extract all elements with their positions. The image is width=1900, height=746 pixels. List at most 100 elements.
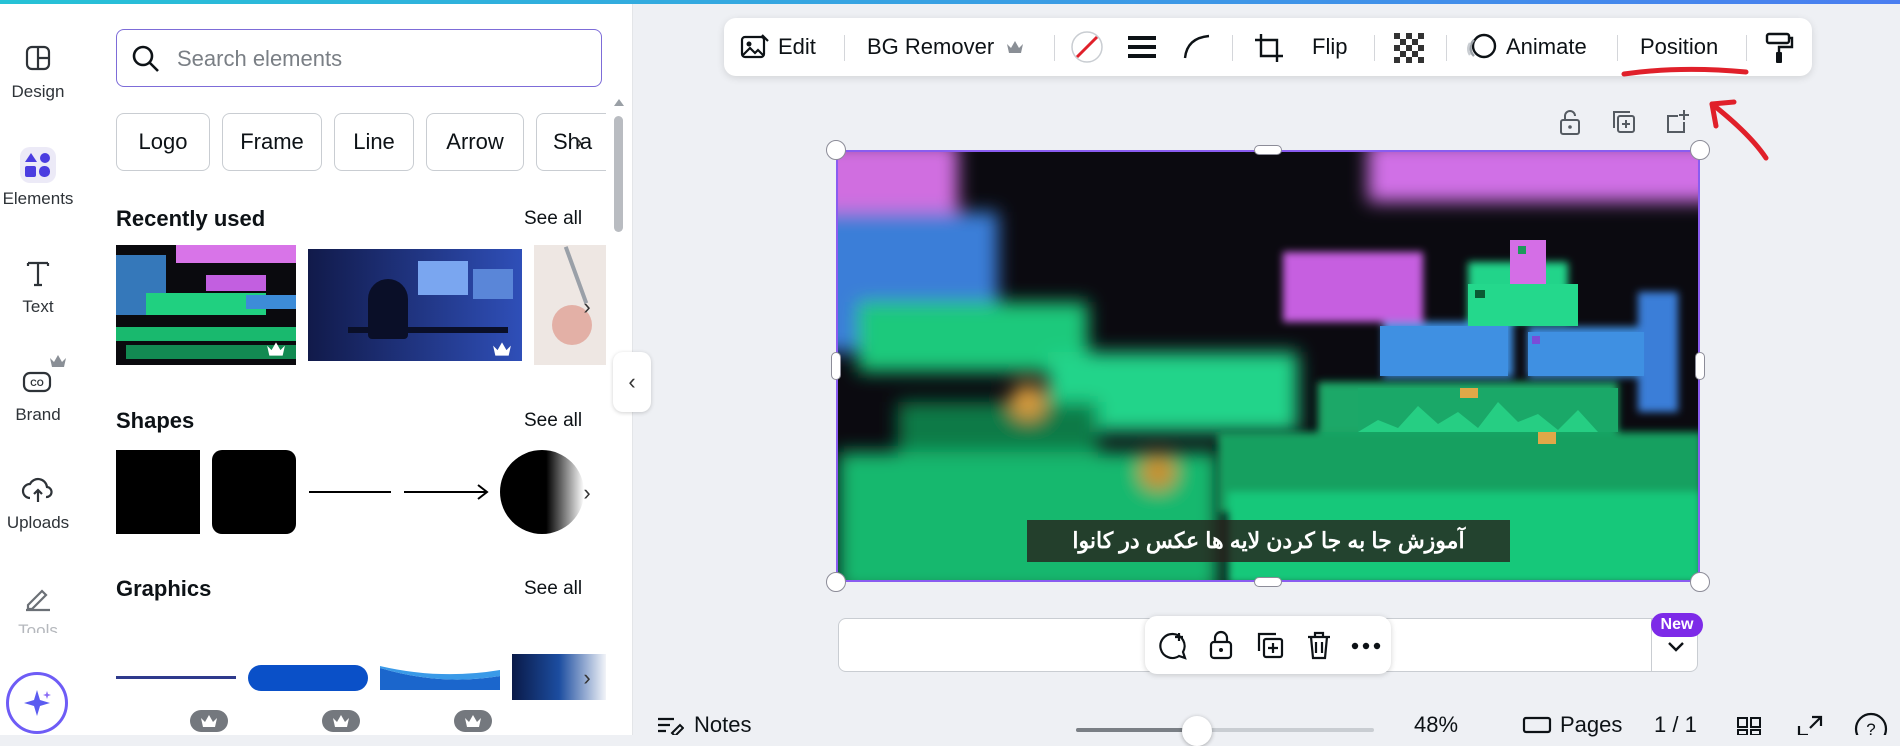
rail-label-tools: Tools bbox=[18, 621, 58, 633]
graphic-line[interactable] bbox=[116, 676, 236, 679]
flip-button[interactable]: Flip bbox=[1312, 18, 1347, 76]
svg-text:?: ? bbox=[1866, 720, 1875, 735]
upload-cloud-icon bbox=[21, 477, 53, 502]
shapes-title: Shapes bbox=[116, 408, 195, 433]
shapes-next-arrow[interactable]: › bbox=[574, 480, 600, 506]
search-input[interactable] bbox=[175, 42, 579, 76]
edit-button[interactable]: Edit bbox=[778, 18, 816, 76]
grid-view-icon[interactable] bbox=[1736, 716, 1762, 735]
collapse-panel-button[interactable]: ‹ bbox=[613, 352, 651, 412]
panel-scrollbar-thumb[interactable] bbox=[614, 116, 623, 232]
side-rail: Design Elements Text CO Brand Uploads To… bbox=[0, 4, 76, 735]
zoom-level[interactable]: 48% bbox=[1414, 712, 1458, 738]
pages-button[interactable]: Pages bbox=[1560, 712, 1622, 738]
crown-icon bbox=[1007, 41, 1023, 53]
scroll-up-arrow-icon[interactable] bbox=[613, 97, 625, 107]
more-options-icon[interactable] bbox=[1351, 642, 1381, 650]
fullscreen-icon[interactable] bbox=[1796, 714, 1824, 735]
shapes-see-all[interactable]: See all bbox=[524, 410, 582, 432]
shape-square[interactable] bbox=[116, 450, 200, 534]
crown-icon bbox=[50, 355, 66, 367]
shape-rounded-square[interactable] bbox=[212, 450, 296, 534]
recent-next-arrow[interactable]: › bbox=[574, 294, 600, 320]
animate-button[interactable]: Animate bbox=[1506, 18, 1587, 76]
caption-text[interactable]: آموزش جا به جا کردن لایه ها عکس در کانوا bbox=[1027, 520, 1510, 562]
transparency-icon[interactable] bbox=[1394, 33, 1424, 63]
graphic-pill[interactable] bbox=[248, 665, 368, 691]
zoom-slider-track[interactable] bbox=[1076, 728, 1374, 732]
shape-line[interactable] bbox=[309, 491, 391, 493]
premium-crown-icon bbox=[493, 342, 511, 356]
recently-used-see-all[interactable]: See all bbox=[524, 208, 582, 230]
chip-frame[interactable]: Frame bbox=[222, 113, 322, 171]
design-image[interactable] bbox=[836, 150, 1700, 582]
bg-remover-button[interactable]: BG Remover bbox=[867, 18, 994, 76]
chip-logo[interactable]: Logo bbox=[116, 113, 210, 171]
design-icon bbox=[25, 45, 51, 71]
chip-line[interactable]: Line bbox=[334, 113, 414, 171]
rail-label-elements: Elements bbox=[2, 189, 74, 208]
trash-icon[interactable] bbox=[1305, 630, 1333, 660]
page-count: 1 / 1 bbox=[1654, 712, 1697, 737]
toolbar-divider bbox=[1617, 35, 1618, 61]
resize-handle-bottom-right[interactable] bbox=[1690, 572, 1710, 592]
resize-handle-bottom[interactable] bbox=[1254, 577, 1282, 587]
shape-arrow[interactable] bbox=[404, 482, 490, 502]
duplicate-icon[interactable] bbox=[1255, 630, 1285, 660]
premium-crown-icon bbox=[465, 715, 481, 727]
recently-used-title: Recently used bbox=[116, 206, 266, 231]
duplicate-icon[interactable] bbox=[1610, 108, 1638, 136]
premium-badge bbox=[190, 710, 228, 732]
chevron-down-icon[interactable] bbox=[1667, 641, 1685, 653]
search-icon bbox=[132, 45, 159, 72]
corner-rounding-icon[interactable] bbox=[1183, 34, 1211, 60]
border-style-icon[interactable] bbox=[1128, 34, 1156, 60]
graphics-see-all[interactable]: See all bbox=[524, 578, 582, 600]
rail-label-brand: Brand bbox=[15, 405, 61, 424]
notes-button[interactable]: Notes bbox=[694, 712, 751, 738]
graphics-title: Graphics bbox=[116, 576, 212, 601]
help-icon[interactable]: ? bbox=[1854, 712, 1888, 735]
magic-button[interactable] bbox=[6, 672, 68, 734]
crop-icon[interactable] bbox=[1254, 33, 1284, 63]
search-box[interactable] bbox=[116, 29, 602, 87]
animate-icon bbox=[1467, 33, 1497, 59]
premium-crown-icon bbox=[333, 715, 349, 727]
resize-handle-top-right[interactable] bbox=[1690, 140, 1710, 160]
toolbar-divider bbox=[844, 35, 845, 61]
new-badge: New bbox=[1651, 613, 1703, 637]
elements-icon bbox=[20, 147, 56, 183]
resize-handle-right[interactable] bbox=[1695, 352, 1705, 380]
toolbar-divider bbox=[1232, 35, 1233, 61]
lock-icon[interactable] bbox=[1207, 630, 1235, 660]
sparkle-icon bbox=[24, 690, 51, 716]
rail-item-text[interactable]: Text bbox=[0, 255, 76, 317]
copy-style-paint-roller-icon[interactable] bbox=[1764, 32, 1794, 64]
graphics-next-arrow[interactable]: › bbox=[574, 665, 600, 691]
graphic-wave[interactable] bbox=[380, 666, 500, 690]
chip-arrow[interactable]: Arrow bbox=[426, 113, 524, 171]
rail-item-uploads[interactable]: Uploads bbox=[0, 471, 76, 533]
color-none-swatch-icon[interactable] bbox=[1070, 30, 1104, 64]
toolbar-divider bbox=[1374, 35, 1375, 61]
svg-text:CO: CO bbox=[30, 378, 44, 388]
resize-handle-left[interactable] bbox=[831, 352, 841, 380]
toolbar-divider bbox=[1746, 35, 1747, 61]
premium-badge bbox=[322, 710, 360, 732]
chips-next-arrow[interactable]: › bbox=[566, 129, 592, 155]
rail-item-design[interactable]: Design bbox=[0, 40, 76, 102]
resize-handle-top[interactable] bbox=[1254, 145, 1282, 155]
add-page-icon[interactable] bbox=[1664, 108, 1692, 136]
resize-handle-bottom-left[interactable] bbox=[826, 572, 846, 592]
rail-item-elements[interactable]: Elements bbox=[0, 147, 76, 209]
rail-item-brand[interactable]: CO Brand bbox=[0, 363, 76, 425]
lock-icon[interactable] bbox=[1556, 108, 1584, 136]
comment-add-icon[interactable] bbox=[1157, 630, 1189, 662]
resize-handle-top-left[interactable] bbox=[826, 140, 846, 160]
zoom-slider-thumb[interactable] bbox=[1182, 716, 1212, 746]
rail-label-design: Design bbox=[11, 82, 65, 101]
rail-item-tools[interactable]: Tools bbox=[0, 579, 76, 633]
premium-badge bbox=[454, 710, 492, 732]
recent-thumb-editor[interactable] bbox=[308, 249, 522, 361]
recent-thumb-timeline[interactable] bbox=[116, 245, 296, 365]
